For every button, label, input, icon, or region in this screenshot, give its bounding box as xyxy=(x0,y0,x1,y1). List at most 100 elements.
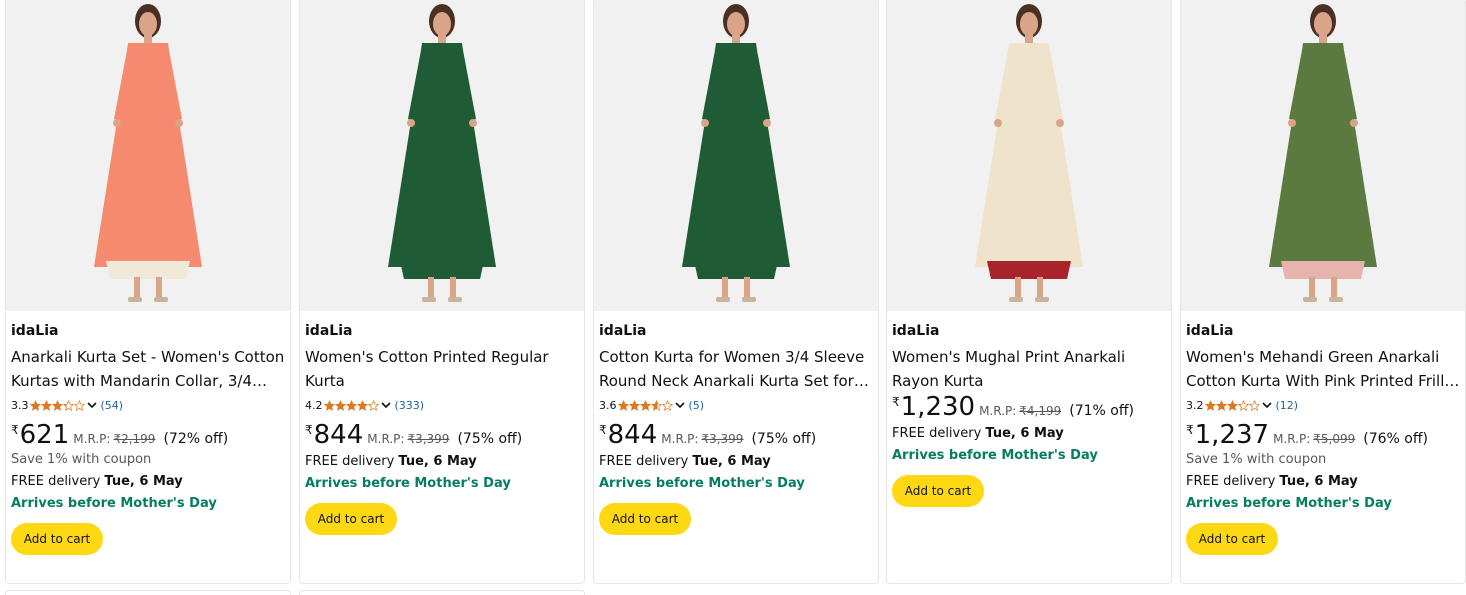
star-icon xyxy=(639,399,651,411)
delivery-date: Tue, 6 May xyxy=(1279,474,1358,489)
rating-row: 3.6 (5) xyxy=(599,395,873,415)
price: 621 xyxy=(19,420,70,450)
product-details: idaLia Cotton Kurta for Women 3/4 Sleeve… xyxy=(599,321,873,535)
mrp-value: ₹3,399 xyxy=(407,432,450,446)
star-rating[interactable] xyxy=(323,399,379,411)
delivery-date: Tue, 6 May xyxy=(692,454,771,469)
chevron-down-icon[interactable] xyxy=(1261,399,1273,411)
product-image[interactable] xyxy=(300,0,584,311)
delivery-info: FREE delivery Tue, 6 May xyxy=(1186,473,1460,491)
currency-symbol: ₹ xyxy=(1186,423,1194,437)
star-icon xyxy=(334,399,346,411)
product-details: idaLia Women's Mehandi Green Anarkali Co… xyxy=(1186,321,1460,555)
product-title-link[interactable]: Women's Cotton Printed Regular Kurta xyxy=(305,345,579,393)
arrives-before-note: Arrives before Mother's Day xyxy=(11,496,217,511)
product-title-link[interactable]: Cotton Kurta for Women 3/4 Sleeve Round … xyxy=(599,345,873,393)
review-count-link[interactable]: (5) xyxy=(689,399,705,412)
product-details: idaLia Women's Cotton Printed Regular Ku… xyxy=(305,321,579,535)
star-icon xyxy=(650,399,662,411)
currency-symbol: ₹ xyxy=(892,395,900,409)
chevron-down-icon[interactable] xyxy=(380,399,392,411)
product-image[interactable] xyxy=(6,0,290,311)
arrives-before-note: Arrives before Mother's Day xyxy=(1186,496,1392,511)
star-icon xyxy=(323,399,335,411)
star-icon xyxy=(29,399,41,411)
delivery-date: Tue, 6 May xyxy=(398,454,477,469)
star-rating[interactable] xyxy=(617,399,673,411)
currency-symbol: ₹ xyxy=(599,423,607,437)
rating-row: 3.2 (12) xyxy=(1186,395,1460,415)
price: 1,230 xyxy=(900,392,976,422)
rating-row: 4.2 (333) xyxy=(305,395,579,415)
delivery-prefix: FREE delivery xyxy=(599,454,693,469)
arrives-before-note: Arrives before Mother's Day xyxy=(599,476,805,491)
price-row: ₹ 1,230 M.R.P: ₹4,199 (71% off) xyxy=(892,393,1166,423)
product-photo[interactable] xyxy=(6,0,290,311)
product-card: idaLia Cotton Kurta for Women 3/4 Sleeve… xyxy=(593,0,879,584)
review-count-link[interactable]: (54) xyxy=(101,399,124,412)
star-icon xyxy=(628,399,640,411)
mrp-value: ₹4,199 xyxy=(1019,404,1062,418)
product-card-next-row xyxy=(299,590,585,595)
product-grid: idaLia Anarkali Kurta Set - Women's Cott… xyxy=(5,0,1466,584)
rating-value: 3.3 xyxy=(11,398,29,412)
product-image[interactable] xyxy=(887,0,1171,311)
brand-name: idaLia xyxy=(305,323,353,339)
brand-name: idaLia xyxy=(599,323,647,339)
discount-percent: (76% off) xyxy=(1363,431,1428,447)
coupon-text: Save 1% with coupon xyxy=(1186,452,1327,467)
delivery-date: Tue, 6 May xyxy=(985,426,1064,441)
review-count-link[interactable]: (333) xyxy=(395,399,425,412)
delivery-prefix: FREE delivery xyxy=(892,426,986,441)
product-photo[interactable] xyxy=(1181,0,1465,311)
product-card-next-row xyxy=(5,590,291,595)
star-rating[interactable] xyxy=(1204,399,1260,411)
product-photo[interactable] xyxy=(594,0,878,311)
product-card: idaLia Women's Mehandi Green Anarkali Co… xyxy=(1180,0,1466,584)
mrp-value: ₹2,199 xyxy=(113,432,156,446)
add-to-cart-button[interactable]: Add to cart xyxy=(892,475,984,507)
discount-percent: (72% off) xyxy=(163,431,229,447)
price: 844 xyxy=(607,420,658,450)
star-icon xyxy=(617,399,629,411)
currency-symbol: ₹ xyxy=(11,423,19,437)
brand-name: idaLia xyxy=(11,323,59,339)
product-details: idaLia Women's Mughal Print Anarkali Ray… xyxy=(892,321,1166,507)
product-title-link[interactable]: Anarkali Kurta Set - Women's Cotton Kurt… xyxy=(11,345,285,393)
product-photo[interactable] xyxy=(887,0,1171,311)
product-title-link[interactable]: Women's Mehandi Green Anarkali Cotton Ku… xyxy=(1186,345,1460,393)
chevron-down-icon[interactable] xyxy=(86,399,98,411)
delivery-date: Tue, 6 May xyxy=(104,474,183,489)
price: 1,237 xyxy=(1194,420,1270,450)
delivery-prefix: FREE delivery xyxy=(305,454,399,469)
mrp-label: M.R.P: xyxy=(367,432,405,446)
chevron-down-icon[interactable] xyxy=(674,399,686,411)
star-rating[interactable] xyxy=(29,399,85,411)
star-icon xyxy=(1215,399,1227,411)
star-icon xyxy=(1237,399,1249,411)
product-image[interactable] xyxy=(1181,0,1465,311)
brand-name: idaLia xyxy=(1186,323,1234,339)
product-card: idaLia Women's Mughal Print Anarkali Ray… xyxy=(886,0,1172,584)
product-photo[interactable] xyxy=(300,0,584,311)
product-image[interactable] xyxy=(594,0,878,311)
star-icon xyxy=(51,399,63,411)
product-card: idaLia Women's Cotton Printed Regular Ku… xyxy=(299,0,585,584)
mrp-label: M.R.P: xyxy=(1273,432,1311,446)
add-to-cart-button[interactable]: Add to cart xyxy=(599,503,691,535)
star-icon xyxy=(1226,399,1238,411)
delivery-prefix: FREE delivery xyxy=(1186,474,1280,489)
review-count-link[interactable]: (12) xyxy=(1276,399,1299,412)
arrives-before-note: Arrives before Mother's Day xyxy=(892,448,1098,463)
star-icon xyxy=(73,399,85,411)
mrp-value: ₹3,399 xyxy=(701,432,744,446)
add-to-cart-button[interactable]: Add to cart xyxy=(1186,523,1278,555)
star-icon xyxy=(345,399,357,411)
product-title-link[interactable]: Women's Mughal Print Anarkali Rayon Kurt… xyxy=(892,345,1166,393)
star-icon xyxy=(661,399,673,411)
rating-value: 4.2 xyxy=(305,398,323,412)
add-to-cart-button[interactable]: Add to cart xyxy=(305,503,397,535)
star-icon xyxy=(62,399,74,411)
product-details: idaLia Anarkali Kurta Set - Women's Cott… xyxy=(11,321,285,555)
add-to-cart-button[interactable]: Add to cart xyxy=(11,523,103,555)
